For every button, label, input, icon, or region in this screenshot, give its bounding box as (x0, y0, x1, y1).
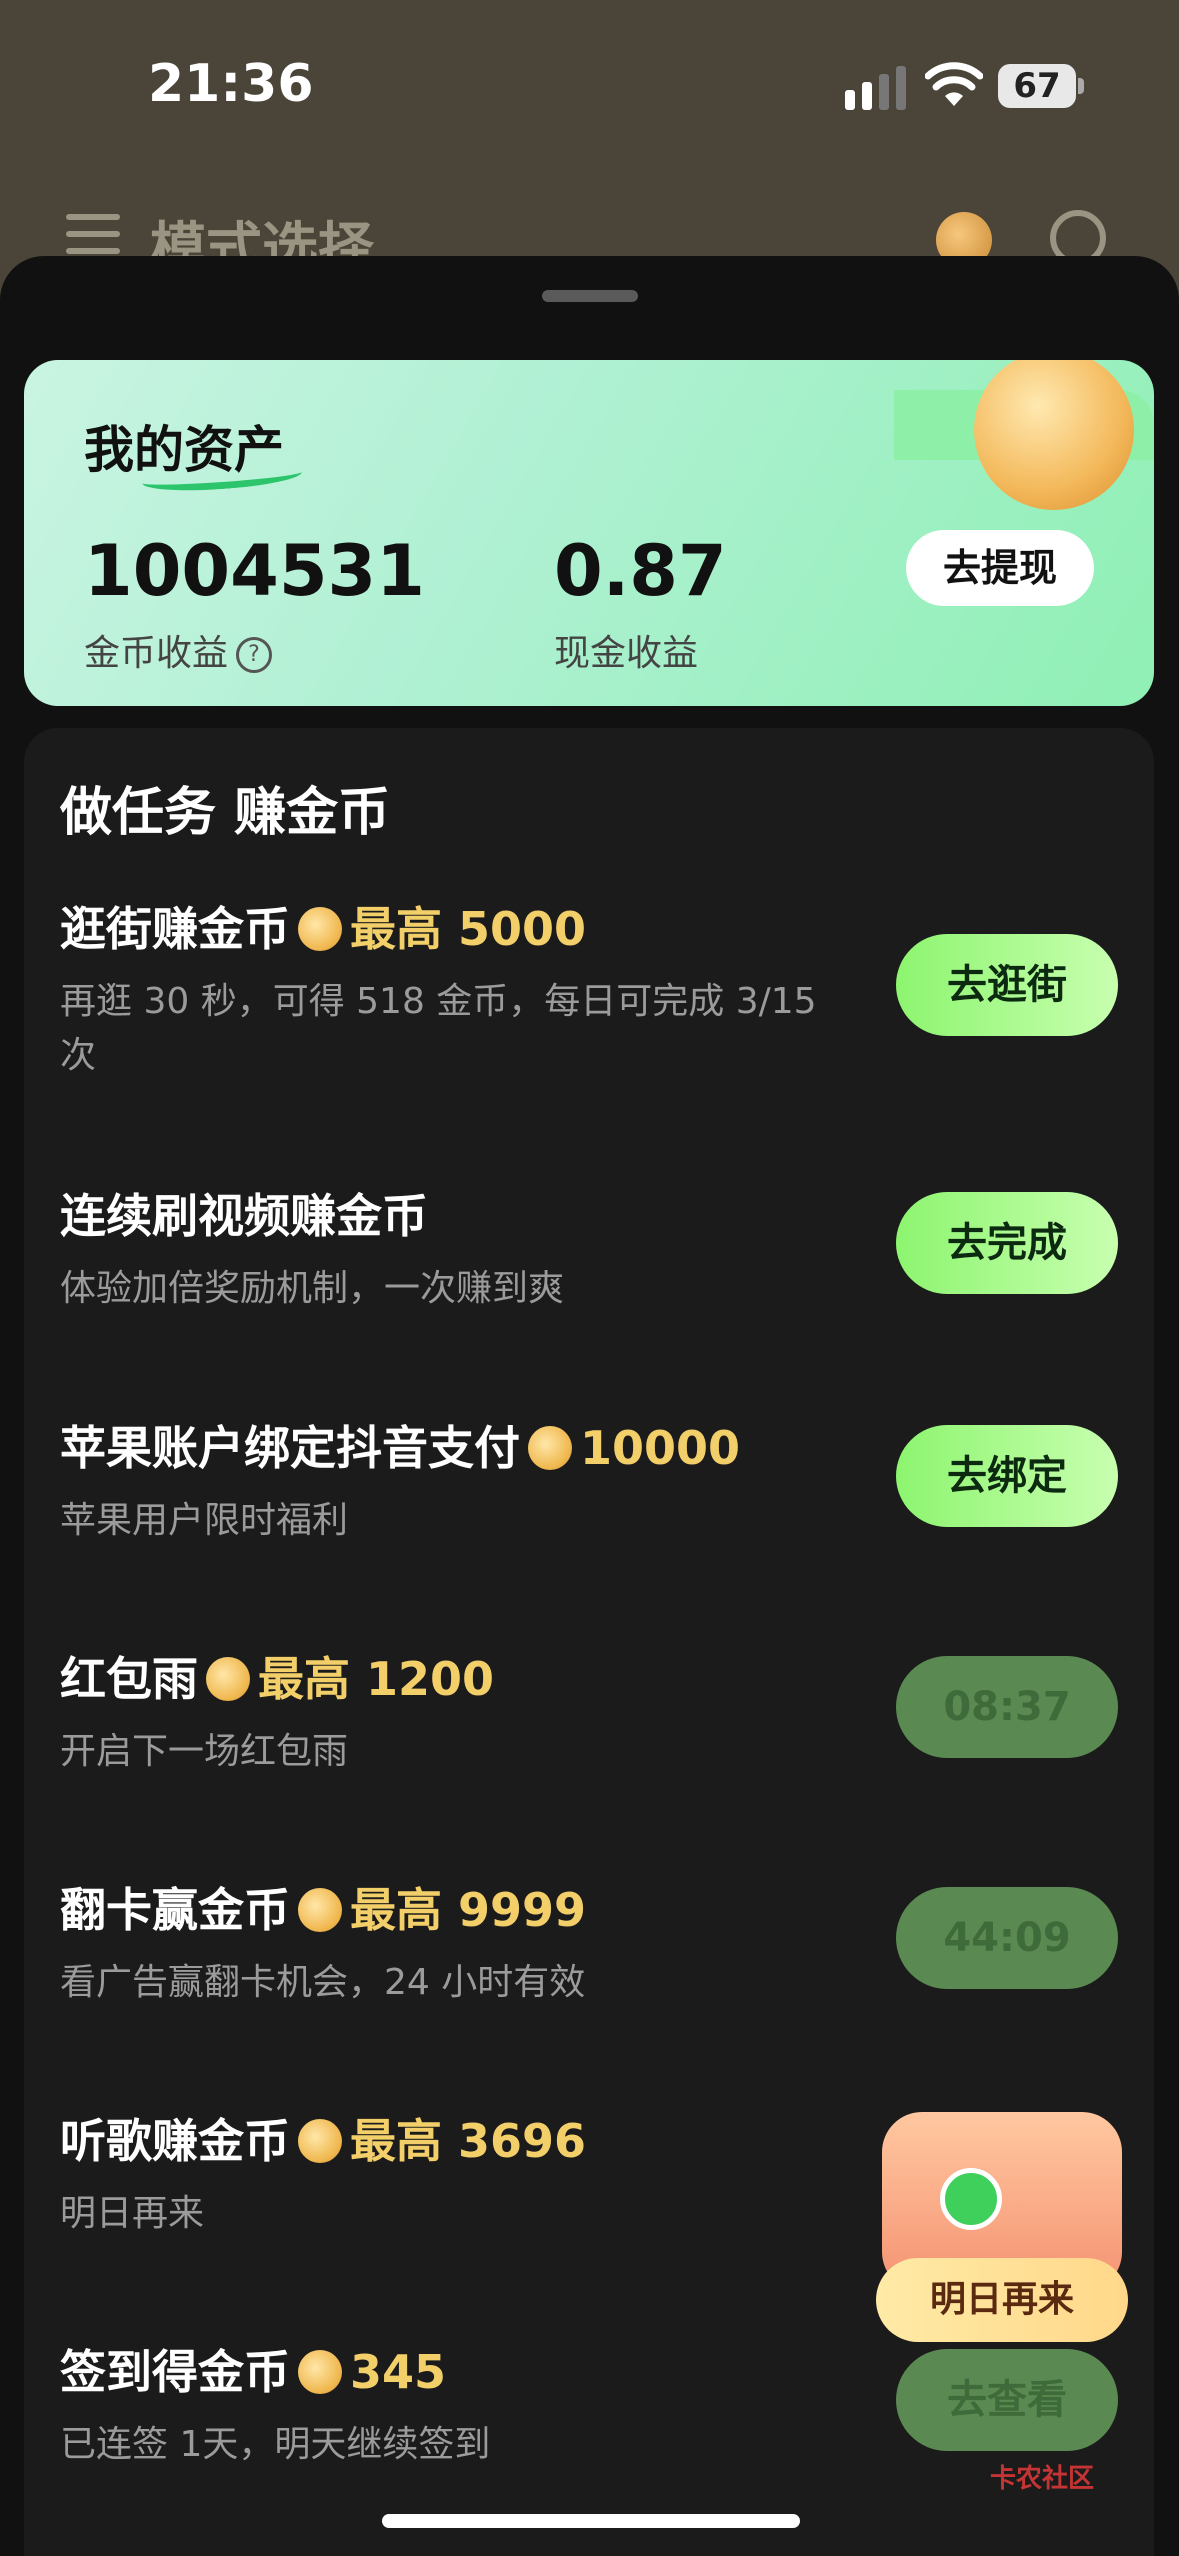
task-title: 连续刷视频赚金币 (60, 1189, 428, 1243)
help-icon[interactable]: ? (236, 637, 273, 673)
gold-label-text: 金币收益 (84, 633, 229, 674)
task-title: 翻卡赢金币 (60, 1883, 290, 1937)
task-reward: 最高 1200 (258, 1652, 495, 1706)
task-reward: 最高 9999 (350, 1883, 587, 1937)
withdraw-button[interactable]: 去提现 (906, 530, 1094, 606)
home-indicator[interactable] (382, 2514, 800, 2528)
watermark: 卡农社区 (990, 2464, 1095, 2494)
task-timer-flip-card[interactable]: 44:09 (896, 1887, 1118, 1989)
sheet-grabber[interactable] (542, 290, 638, 302)
task-title: 听歌赚金币 (60, 2114, 290, 2168)
task-panel-title: 做任务 赚金币 (60, 783, 391, 843)
task-desc: 再逛 30 秒，可得 518 金币，每日可完成 3/15 次 (60, 981, 817, 1076)
coin-icon (298, 1888, 342, 1932)
task-reward: 10000 (580, 1421, 741, 1475)
gold-coin-icon (974, 360, 1134, 510)
task-reward: 最高 3696 (350, 2114, 587, 2168)
task-desc: 看广告赢翻卡机会，24 小时有效 (60, 1962, 586, 2003)
gold-balance: 1004531 (84, 530, 425, 612)
task-button-video[interactable]: 去完成 (896, 1192, 1118, 1294)
task-desc: 苹果用户限时福利 (60, 1500, 349, 1541)
coin-icon (528, 1426, 572, 1470)
battery-tip (1078, 78, 1084, 94)
task-desc: 明日再来 (60, 2193, 205, 2234)
task-reward: 最高 5000 (350, 902, 587, 956)
chest-label-button[interactable]: 明日再来 (876, 2258, 1128, 2342)
task-button-shopping[interactable]: 去逛街 (896, 934, 1118, 1036)
task-desc: 开启下一场红包雨 (60, 1731, 349, 1772)
task-title: 苹果账户绑定抖音支付 (60, 1421, 520, 1475)
cash-balance: 0.87 (554, 530, 727, 612)
menu-icon[interactable] (66, 214, 120, 254)
task-timer-red-packet[interactable]: 08:37 (896, 1656, 1118, 1758)
coin-icon (298, 2350, 342, 2394)
battery-icon: 67 (998, 64, 1076, 108)
cellular-signal-icon (845, 66, 906, 110)
task-reward: 345 (350, 2345, 447, 2399)
wifi-icon (925, 62, 983, 106)
task-button-checkin[interactable]: 去查看 (896, 2349, 1118, 2451)
music-note-icon (940, 2168, 1002, 2230)
coin-icon (298, 907, 342, 951)
task-title: 逛街赚金币 (60, 902, 290, 956)
task-title: 红包雨 (60, 1652, 198, 1706)
coin-icon (206, 1657, 250, 1701)
status-bar: 21:36 67 (0, 0, 1179, 170)
task-desc: 体验加倍奖励机制，一次赚到爽 (60, 1268, 565, 1309)
task-button-bind-pay[interactable]: 去绑定 (896, 1425, 1118, 1527)
cash-label: 现金收益 (554, 633, 699, 674)
gold-label: 金币收益? (84, 624, 273, 676)
coin-icon (298, 2119, 342, 2163)
asset-card: 我的资产 1004531 金币收益? 0.87 现金收益 去提现 (24, 360, 1154, 706)
status-time: 21:36 (148, 54, 314, 114)
task-desc: 已连签 1天，明天继续签到 (60, 2424, 491, 2465)
task-title: 签到得金币 (60, 2345, 290, 2399)
